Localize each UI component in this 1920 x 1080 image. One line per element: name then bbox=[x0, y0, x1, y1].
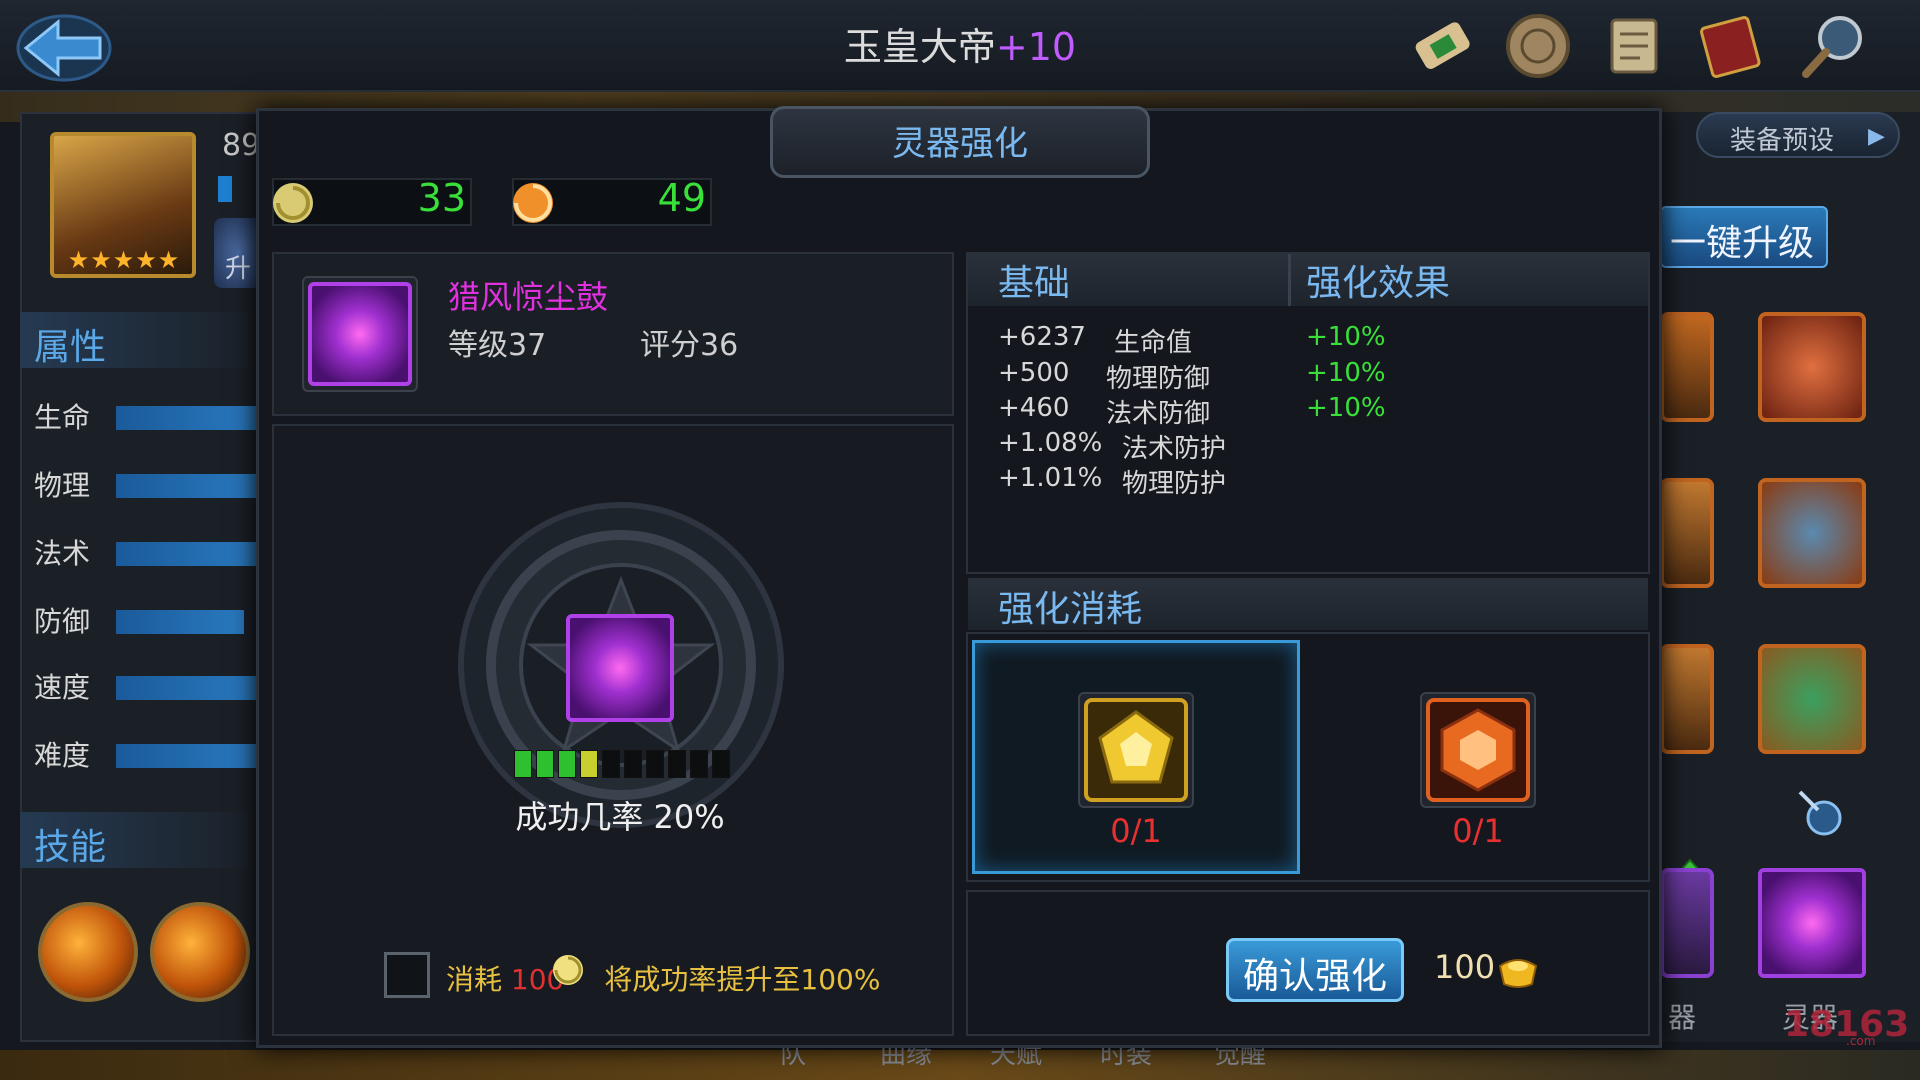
fire-crystal-icon bbox=[1426, 698, 1530, 802]
attr-label: 难度 bbox=[34, 739, 91, 772]
attr-bar bbox=[116, 744, 260, 768]
success-rate: 成功几率 20% bbox=[515, 798, 725, 836]
material-count: 0/1 bbox=[1110, 812, 1162, 850]
lightning-figure-icon[interactable] bbox=[150, 902, 250, 1002]
confirm-cost-value: 100 bbox=[1434, 948, 1496, 986]
back-arrow-icon[interactable] bbox=[12, 8, 112, 84]
attr-bar bbox=[116, 542, 260, 566]
hero-name: 玉皇大帝 bbox=[843, 25, 996, 69]
scroll-icon[interactable] bbox=[1406, 8, 1482, 84]
attr-row-difficulty: 难度 bbox=[34, 734, 260, 774]
dialog-title: 灵器强化 bbox=[892, 124, 1028, 164]
stat-effect: +10% bbox=[1306, 358, 1386, 388]
jade-seal-icon[interactable] bbox=[1758, 644, 1866, 754]
drum-icon bbox=[566, 614, 674, 722]
equip-slot-accessory[interactable] bbox=[1660, 644, 1714, 754]
header-effect: 强化效果 bbox=[1306, 263, 1451, 304]
artifact-label: 器 bbox=[1668, 1001, 1697, 1034]
skills-header: 技能 bbox=[20, 812, 260, 868]
scepter-icon[interactable] bbox=[1758, 312, 1866, 422]
column-divider bbox=[1288, 254, 1291, 306]
progress-pip bbox=[602, 750, 620, 778]
attr-bar bbox=[116, 474, 260, 498]
boost-checkbox[interactable] bbox=[384, 952, 430, 998]
magnifier-icon[interactable] bbox=[1796, 8, 1872, 84]
rank-up-badge[interactable]: 升 bbox=[214, 218, 262, 288]
flame-swirl-icon bbox=[513, 183, 553, 223]
drum-icon bbox=[308, 282, 412, 386]
stat-value: +6237 bbox=[998, 322, 1086, 352]
progress-pip bbox=[712, 750, 730, 778]
progress-pip bbox=[624, 750, 642, 778]
stat-name: 生命值 bbox=[1114, 328, 1193, 358]
hero-level: 89 bbox=[222, 128, 261, 163]
watermark-domain: .com bbox=[1846, 1034, 1876, 1048]
spirit-swirl-icon bbox=[553, 955, 583, 985]
book-icon[interactable] bbox=[1692, 8, 1768, 84]
attr-row-defense: 防御 bbox=[34, 600, 260, 640]
attr-bar bbox=[116, 406, 260, 430]
spirit-currency-value: 33 bbox=[417, 176, 466, 220]
stat-name: 物理防御 bbox=[1106, 364, 1211, 394]
item-level: 等级37 bbox=[448, 328, 547, 363]
stat-value: +1.01% bbox=[998, 463, 1103, 493]
flame-currency-value: 49 bbox=[657, 176, 706, 220]
progress-pip bbox=[536, 750, 554, 778]
attr-label: 物理 bbox=[34, 469, 91, 502]
stat-value: +460 bbox=[998, 393, 1070, 423]
stat-name: 法术防御 bbox=[1106, 399, 1211, 429]
pin-icon[interactable] bbox=[1792, 784, 1850, 842]
gold-crystal-icon bbox=[1084, 698, 1188, 802]
boost-description: 消耗 100 将成功率提升至100% bbox=[446, 958, 880, 998]
equip-slot-armor[interactable] bbox=[1660, 478, 1714, 588]
progress-pip bbox=[514, 750, 532, 778]
item-name: 猎风惊尘鼓 bbox=[448, 278, 609, 316]
boost-text-post: 将成功率提升至100% bbox=[604, 963, 881, 996]
stat-value: +500 bbox=[998, 358, 1070, 388]
background-art-bottom bbox=[0, 1050, 1920, 1080]
progress-pip bbox=[690, 750, 708, 778]
stat-name: 法术防护 bbox=[1122, 434, 1227, 464]
hero-title: 玉皇大帝+10 bbox=[760, 16, 1160, 69]
attr-row-hp: 生命 bbox=[34, 396, 260, 436]
confirm-enhance-button[interactable]: 确认强化 bbox=[1226, 938, 1404, 1002]
progress-pip bbox=[558, 750, 576, 778]
progress-pip bbox=[580, 750, 598, 778]
attr-row-speed: 速度 bbox=[34, 666, 260, 706]
attr-row-physical: 物理 bbox=[34, 464, 260, 504]
one-key-upgrade-button[interactable]: 一键升级 bbox=[1660, 206, 1828, 268]
medallion-icon[interactable] bbox=[1500, 8, 1576, 84]
progress-pip bbox=[668, 750, 686, 778]
attr-bar bbox=[116, 610, 244, 634]
stat-name: 物理防护 bbox=[1122, 469, 1227, 499]
item-score: 评分36 bbox=[640, 328, 739, 363]
drum-icon[interactable] bbox=[1758, 868, 1866, 978]
stat-value: +1.08% bbox=[998, 428, 1103, 458]
cost-title: 强化消耗 bbox=[998, 589, 1143, 630]
attr-row-magic: 法术 bbox=[34, 532, 260, 572]
hero-exp-bar bbox=[218, 176, 232, 202]
attr-label: 生命 bbox=[34, 401, 91, 434]
boost-text-pre: 消耗 bbox=[446, 963, 503, 996]
paper-scroll-icon[interactable] bbox=[1596, 8, 1672, 84]
attr-label: 法术 bbox=[34, 537, 91, 570]
robe-icon[interactable] bbox=[1758, 478, 1866, 588]
stat-effect: +10% bbox=[1306, 322, 1386, 352]
attr-label: 防御 bbox=[34, 605, 91, 638]
stat-effect: +10% bbox=[1306, 393, 1386, 423]
attr-label: 速度 bbox=[34, 671, 91, 704]
header-base: 基础 bbox=[998, 263, 1071, 304]
fire-orb-icon[interactable] bbox=[38, 902, 138, 1002]
hero-enhance-level: +10 bbox=[995, 25, 1077, 69]
material-count: 0/1 bbox=[1452, 812, 1504, 850]
hero-stars: ★★★★★ bbox=[67, 246, 181, 274]
attributes-header: 属性 bbox=[20, 312, 260, 368]
spirit-swirl-icon bbox=[273, 183, 313, 223]
arrow-right-icon: ▶ bbox=[1868, 124, 1885, 149]
equip-slot-weapon[interactable] bbox=[1660, 312, 1714, 422]
equip-slot-artifact[interactable] bbox=[1660, 868, 1714, 978]
progress-pip bbox=[646, 750, 664, 778]
attr-bar bbox=[116, 676, 260, 700]
gold-ingot-icon bbox=[1498, 959, 1538, 988]
